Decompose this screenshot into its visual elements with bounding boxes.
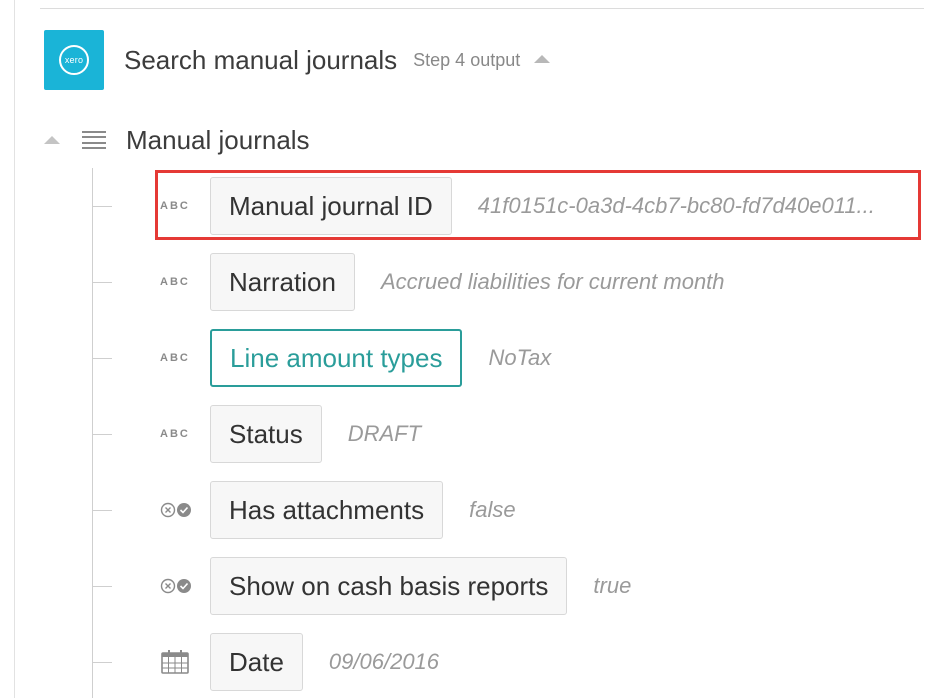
- boolean-type-icon: [160, 502, 210, 518]
- manual-journals-group[interactable]: Manual journals: [44, 120, 310, 160]
- datapill-show-on-cash-basis-reports[interactable]: Show on cash basis reports: [210, 557, 568, 615]
- field-row-narration: ABC Narration Accrued liabilities for cu…: [92, 252, 725, 312]
- tree-branch-line: [92, 661, 112, 663]
- list-icon: [82, 131, 106, 149]
- xero-logo-mark: xero: [59, 45, 89, 75]
- field-value: Accrued liabilities for current month: [380, 269, 725, 294]
- text-type-icon: ABC: [160, 276, 190, 288]
- collapse-triangle-icon[interactable]: [534, 55, 551, 63]
- text-type-icon: ABC: [160, 428, 190, 440]
- step-output-label: Step 4 output: [413, 49, 521, 70]
- text-type-icon: ABC: [160, 352, 190, 364]
- tree-branch-line: [92, 585, 112, 587]
- tree-branch-line: [92, 205, 112, 207]
- tree-branch-line: [92, 509, 112, 511]
- tree-branch-line: [92, 433, 112, 435]
- xero-logo: xero: [44, 30, 104, 90]
- field-row-status: ABC Status DRAFT: [92, 404, 421, 464]
- field-value: 09/06/2016: [328, 649, 440, 674]
- field-value: NoTax: [488, 345, 552, 370]
- datapill-has-attachments[interactable]: Has attachments: [210, 481, 444, 539]
- top-divider: [40, 8, 924, 9]
- field-row-line-amount-types: ABC Line amount types NoTax: [92, 328, 551, 388]
- calendar-icon: [160, 650, 210, 674]
- field-value: false: [469, 497, 516, 522]
- collapse-triangle-icon[interactable]: [44, 136, 60, 144]
- group-label: Manual journals: [126, 124, 310, 155]
- field-row-show-on-cash-basis-reports: Show on cash basis reports true: [92, 556, 631, 616]
- datapill-date[interactable]: Date: [210, 633, 303, 691]
- outer-border-line: [14, 0, 15, 698]
- datapill-narration[interactable]: Narration: [210, 253, 355, 311]
- xero-logo-text: xero: [64, 55, 84, 65]
- tree-branch-line: [92, 281, 112, 283]
- highlight-box: [155, 170, 921, 240]
- boolean-type-icon: [160, 578, 210, 594]
- field-row-date: Date 09/06/2016: [92, 632, 439, 692]
- field-value: true: [593, 573, 632, 598]
- step-header[interactable]: Search manual journals Step 4 output: [124, 40, 551, 80]
- field-value: DRAFT: [347, 421, 422, 446]
- tree-branch-line: [92, 357, 112, 359]
- field-row-has-attachments: Has attachments false: [92, 480, 516, 540]
- datapill-status[interactable]: Status: [210, 405, 322, 463]
- step-title: Search manual journals: [124, 44, 398, 75]
- datapill-line-amount-types[interactable]: Line amount types: [210, 329, 463, 387]
